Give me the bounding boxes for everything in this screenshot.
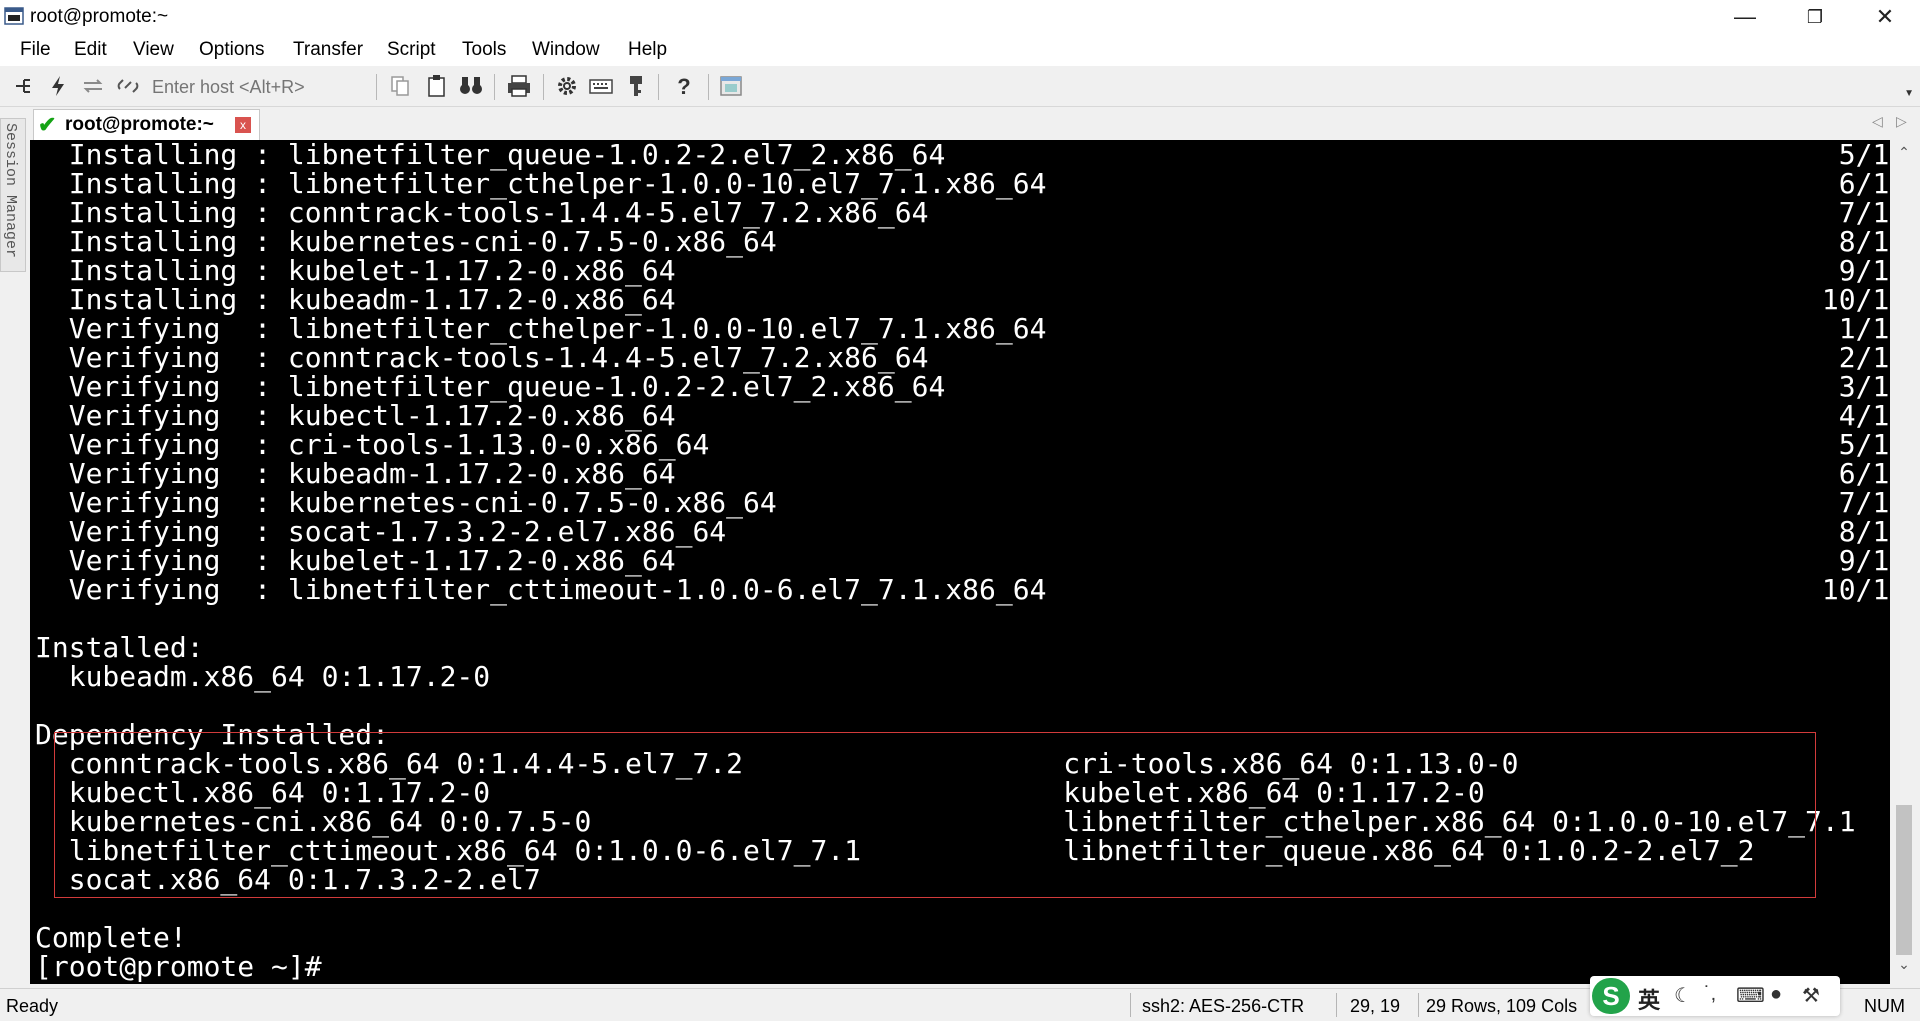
ime-moon-icon[interactable]: ☾ [1674, 983, 1692, 1008]
terminal-line: Installing : libnetfilter_cthelper-1.0.0… [35, 167, 1890, 200]
ime-punctuation-icon[interactable]: ˙, [1704, 983, 1716, 1006]
scroll-down-icon[interactable]: ⌄ [1890, 956, 1918, 980]
close-window-button[interactable]: ✕ [1850, 0, 1920, 34]
status-separator [1130, 993, 1131, 1017]
terminal-line: Verifying : kubernetes-cni-0.7.5-0.x86_6… [35, 486, 1890, 519]
terminal-line: Verifying : libnetfilter_cttimeout-1.0.0… [35, 573, 1890, 606]
tab-close-icon[interactable]: x [235, 117, 251, 133]
tab-scroll-right-icon[interactable]: ▷ [1896, 113, 1907, 130]
toolbar-separator [494, 74, 495, 100]
terminal-line: Verifying : libnetfilter_cthelper-1.0.0-… [35, 312, 1890, 345]
menu-tools[interactable]: Tools [462, 39, 506, 61]
terminal-line: Verifying : conntrack-tools-1.4.4-5.el7_… [35, 341, 1890, 374]
terminal-line: Installed: [35, 631, 204, 664]
ime-language-toggle[interactable]: 英 [1638, 983, 1660, 1015]
terminal-line: Installing : libnetfilter_queue-1.0.2-2.… [35, 140, 1890, 171]
securecrt-app-icon [4, 7, 24, 25]
terminal-line: Verifying : cri-tools-1.13.0-0.x86_64 5/… [35, 428, 1890, 461]
scroll-up-icon[interactable]: ⌃ [1890, 144, 1918, 168]
terminal-line: Installing : kubeadm-1.17.2-0.x86_64 10/… [35, 283, 1890, 316]
menu-options[interactable]: Options [199, 39, 264, 61]
session-manager-tab[interactable]: Session Manager [0, 118, 26, 272]
session-manager-label: Session Manager [2, 123, 19, 259]
quick-connect-icon[interactable] [46, 74, 72, 98]
session-tab-label: root@promote:~ [65, 114, 214, 135]
menu-bar: File Edit View Options Transfer Script T… [0, 34, 1920, 66]
terminal-line: Verifying : kubeadm-1.17.2-0.x86_64 6/10 [35, 457, 1890, 490]
tab-scroll-left-icon[interactable]: ◁ [1872, 113, 1883, 130]
menu-view[interactable]: View [133, 39, 174, 61]
terminal-line: Complete! [35, 921, 187, 954]
terminal-scrollbar[interactable]: ⌃ ⌄ [1890, 140, 1918, 984]
terminal-line: Installing : kubernetes-cni-0.7.5-0.x86_… [35, 225, 1890, 258]
toolbar-separator [543, 74, 544, 100]
ime-toolbar[interactable]: S 英 ☾ ˙, ⌨ ● ⚒ [1590, 976, 1840, 1016]
toolbar-separator [708, 74, 709, 100]
ime-user-icon[interactable]: ● [1770, 983, 1782, 1006]
reconnect-icon[interactable] [80, 74, 106, 98]
ime-keyboard-icon[interactable]: ⌨ [1736, 983, 1765, 1008]
status-separator [1418, 993, 1419, 1017]
toolbar-separator [658, 74, 659, 100]
status-ready: Ready [6, 996, 59, 1016]
print-icon[interactable] [506, 74, 532, 98]
status-cursor-position: 29, 19 [1350, 996, 1401, 1016]
key-agent-icon[interactable] [623, 74, 649, 98]
disconnect-icon[interactable] [115, 74, 141, 98]
terminal-line: Verifying : kubelet-1.17.2-0.x86_64 9/10 [35, 544, 1890, 577]
menu-transfer[interactable]: Transfer [293, 39, 363, 61]
status-cipher: ssh2: AES-256-CTR [1142, 996, 1305, 1016]
toolbar: ? ▼ [0, 66, 1920, 107]
ime-logo-icon[interactable]: S [1592, 978, 1630, 1014]
menu-help[interactable]: Help [628, 39, 667, 61]
window-title: root@promote:~ [30, 6, 169, 27]
tab-strip: ✔ root@promote:~ x ◁ ▷ [0, 107, 1920, 140]
paste-icon[interactable] [424, 74, 450, 98]
copy-icon[interactable] [388, 74, 414, 98]
status-terminal-size: 29 Rows, 109 Cols [1426, 996, 1578, 1016]
terminal-line: Verifying : libnetfilter_queue-1.0.2-2.e… [35, 370, 1890, 403]
menu-file[interactable]: File [20, 39, 51, 61]
minimize-button[interactable]: — [1710, 0, 1780, 34]
restore-button[interactable]: ❐ [1780, 0, 1850, 34]
settings-gear-icon[interactable] [554, 74, 580, 98]
terminal-line: Verifying : kubectl-1.17.2-0.x86_64 4/10 [35, 399, 1890, 432]
find-binoculars-icon[interactable] [458, 74, 484, 98]
status-separator [1336, 993, 1337, 1017]
toolbar-separator [376, 74, 377, 100]
terminal-line: Verifying : socat-1.7.3.2-2.el7.x86_64 8… [35, 515, 1890, 548]
menu-script[interactable]: Script [387, 39, 436, 61]
host-input[interactable] [150, 74, 376, 100]
title-bar: root@promote:~ — ❐ ✕ [0, 0, 1920, 34]
connected-check-icon: ✔ [38, 112, 57, 137]
menu-window[interactable]: Window [532, 39, 600, 61]
svg-text:?: ? [677, 74, 690, 98]
menu-edit[interactable]: Edit [74, 39, 107, 61]
toolbar-dropdown-arrow-icon[interactable]: ▼ [1904, 88, 1914, 99]
terminal-line: kubeadm.x86_64 0:1.17.2-0 [35, 660, 491, 693]
terminal-line: Installing : conntrack-tools-1.4.4-5.el7… [35, 196, 1890, 229]
terminal-line: Installing : kubelet-1.17.2-0.x86_64 9/1… [35, 254, 1890, 287]
terminal-output[interactable]: Installing : libnetfilter_queue-1.0.2-2.… [30, 140, 1890, 984]
status-num-lock: NUM [1864, 996, 1905, 1016]
keymap-keyboard-icon[interactable] [588, 74, 614, 98]
dependency-highlight-box [54, 732, 1816, 898]
scrollbar-thumb[interactable] [1896, 805, 1912, 955]
connect-icon[interactable] [12, 74, 38, 98]
sftp-window-icon[interactable] [718, 74, 744, 98]
terminal-prompt: [root@promote ~]# [35, 950, 339, 983]
session-tab[interactable]: ✔ root@promote:~ x [33, 109, 260, 140]
ime-tools-icon[interactable]: ⚒ [1802, 983, 1820, 1008]
help-icon[interactable]: ? [671, 74, 697, 98]
